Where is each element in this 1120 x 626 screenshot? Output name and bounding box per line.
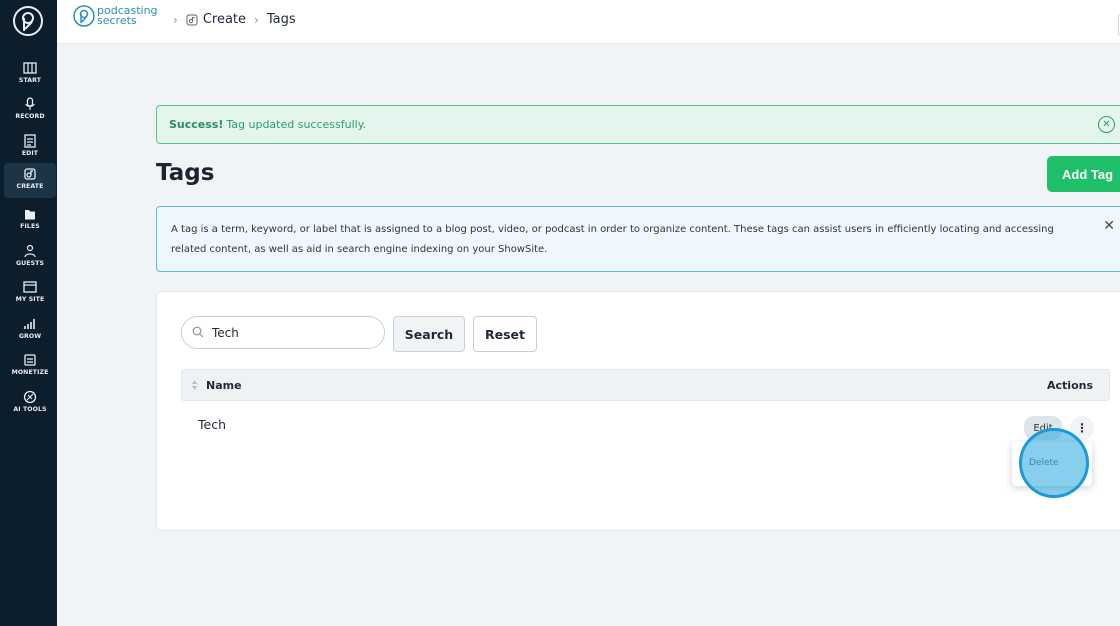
row-actions-dropdown: Delete xyxy=(1012,442,1092,486)
sidebar-item-label: AI TOOLS xyxy=(13,406,47,413)
edit-button[interactable]: Edit xyxy=(1024,416,1062,440)
chevron-right-icon: › xyxy=(173,12,178,27)
bar-chart-icon xyxy=(24,319,35,329)
breadcrumb: › Create › Tags xyxy=(165,12,296,27)
sidebar-item-label: RECORD xyxy=(15,113,45,120)
sidebar-item-label: FILES xyxy=(20,223,40,230)
info-text: A tag is a term, keyword, or label that … xyxy=(171,224,1054,255)
sidebar-item-record[interactable]: RECORD xyxy=(4,93,56,128)
sidebar-item-start[interactable]: START xyxy=(4,57,56,92)
monetize-icon xyxy=(24,354,36,366)
table-row: Tech Edit ⋮ xyxy=(181,407,1110,447)
search-icon xyxy=(192,326,204,338)
create-icon xyxy=(186,14,198,25)
column-header-actions: Actions xyxy=(1047,379,1093,392)
sidebar-item-monetize[interactable]: MONETIZE xyxy=(4,349,56,384)
sidebar-item-create[interactable]: CREATE xyxy=(4,163,56,198)
create-icon xyxy=(24,168,36,180)
more-options-icon[interactable]: ⋮ xyxy=(1070,416,1094,440)
piano-icon xyxy=(23,62,37,74)
sidebar-item-edit[interactable]: EDIT xyxy=(4,130,56,165)
success-alert: Success! Tag updated successfully. ✕ xyxy=(156,105,1120,144)
sidebar: START RECORD EDIT CREATE FILES GUESTS MY… xyxy=(0,0,57,626)
column-header-name[interactable]: Name xyxy=(206,379,242,392)
sidebar-item-label: GROW xyxy=(18,333,42,340)
tags-card: Search Reset Name Actions Tech Edit ⋮ De… xyxy=(156,291,1120,531)
sidebar-item-ai-tools[interactable]: AI TOOLS xyxy=(4,386,56,421)
sidebar-item-files[interactable]: FILES xyxy=(4,203,56,238)
guests-icon xyxy=(24,244,36,258)
files-icon xyxy=(25,210,35,220)
search-button[interactable]: Search xyxy=(393,316,465,352)
sidebar-item-my-site[interactable]: MY SITE xyxy=(4,276,56,311)
tag-name-cell: Tech xyxy=(198,417,226,432)
add-tag-button[interactable]: Add Tag xyxy=(1047,156,1120,192)
info-box: A tag is a term, keyword, or label that … xyxy=(156,206,1120,272)
reset-button[interactable]: Reset xyxy=(473,316,537,352)
browser-icon xyxy=(23,281,37,293)
sidebar-item-label: EDIT xyxy=(21,150,39,157)
ai-tools-icon xyxy=(23,390,37,404)
sidebar-item-label: CREATE xyxy=(16,183,44,190)
table-header: Name Actions xyxy=(181,369,1110,401)
sidebar-item-label: MY SITE xyxy=(15,296,45,303)
sidebar-item-label: GUESTS xyxy=(15,260,45,267)
page-title: Tags xyxy=(156,160,215,186)
sidebar-item-grow[interactable]: GROW xyxy=(4,313,56,348)
close-circle-icon[interactable]: ✕ xyxy=(1098,116,1115,133)
brand-logo[interactable]: podcasting secrets xyxy=(73,5,158,27)
delete-menu-item[interactable]: Delete xyxy=(1029,458,1059,468)
alert-message: Tag updated successfully. xyxy=(226,118,367,131)
breadcrumb-create[interactable]: Create xyxy=(203,12,246,27)
edit-sliders-icon xyxy=(24,134,36,148)
sidebar-item-guests[interactable]: GUESTS xyxy=(4,240,56,275)
microphone-icon xyxy=(25,97,35,110)
sidebar-item-label: MONETIZE xyxy=(11,369,49,376)
brand-wordmark: podcasting secrets xyxy=(97,5,158,27)
app-logo-icon[interactable] xyxy=(12,5,44,37)
alert-strong: Success! xyxy=(169,118,224,131)
sort-icon[interactable] xyxy=(191,379,198,391)
sidebar-item-label: START xyxy=(18,77,42,84)
breadcrumb-tags: Tags xyxy=(266,12,296,27)
close-icon[interactable]: ✕ xyxy=(1103,216,1115,236)
brand-line-2: secrets xyxy=(97,14,137,27)
chevron-right-icon: › xyxy=(254,12,259,27)
podcasting-secrets-logo-icon xyxy=(73,5,95,27)
top-bar: podcasting secrets › Create › Tags xyxy=(57,0,1120,44)
search-input[interactable] xyxy=(181,316,385,349)
